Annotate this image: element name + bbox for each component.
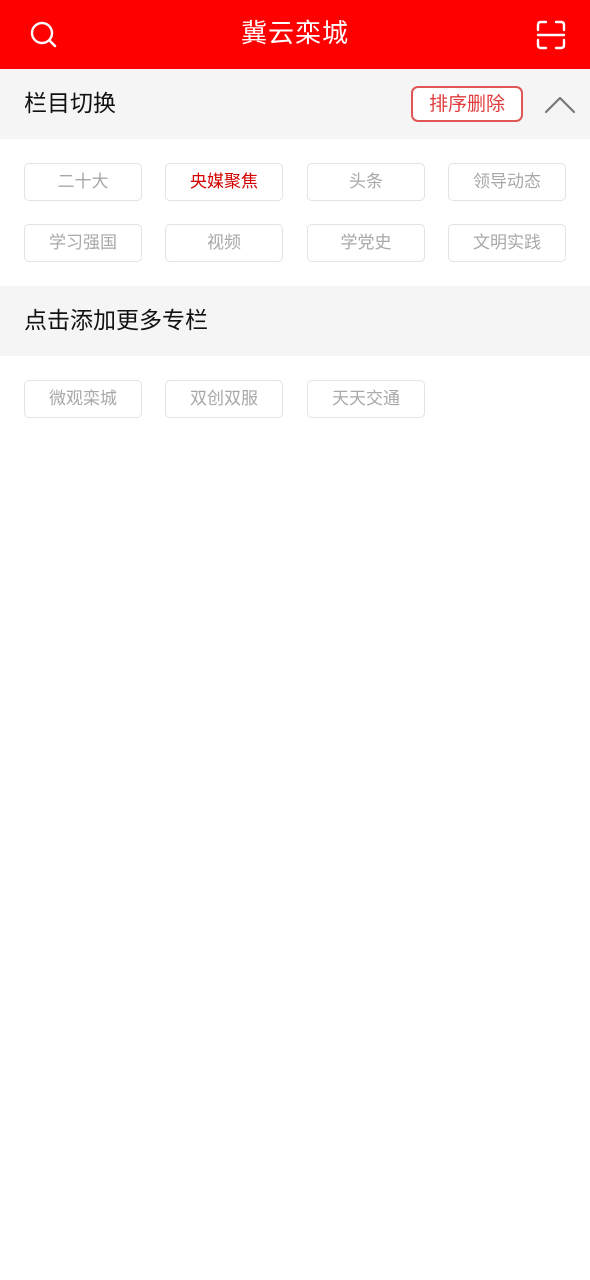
channel-chip-xuexi-qiangguo[interactable]: 学习强国 — [24, 224, 142, 262]
my-channels-header: 栏目切换 排序删除 — [0, 69, 590, 139]
more-channel-chip-tiantian-jiaotong[interactable]: 天天交通 — [307, 380, 425, 418]
more-channels-title: 点击添加更多专栏 — [24, 308, 208, 334]
sort-delete-button[interactable]: 排序删除 — [411, 86, 523, 122]
more-channel-chip-shuangchuang-shuangfu[interactable]: 双创双服 — [165, 380, 283, 418]
channel-chip-wenming-shijian[interactable]: 文明实践 — [448, 224, 566, 262]
channel-chip-toutiao[interactable]: 头条 — [307, 163, 425, 201]
channel-chip-shipin[interactable]: 视频 — [165, 224, 283, 262]
scan-icon — [536, 20, 566, 50]
chevron-up-icon — [544, 96, 576, 114]
collapse-button[interactable] — [543, 89, 577, 119]
page-title: 冀云栾城 — [240, 19, 349, 49]
more-channel-chip-weiguan-luancheng[interactable]: 微观栾城 — [24, 380, 142, 418]
channel-chip-ershida[interactable]: 二十大 — [24, 163, 142, 201]
my-channels-title: 栏目切换 — [24, 91, 116, 117]
scan-button[interactable] — [535, 19, 567, 51]
channel-chip-lingdao-dongtai[interactable]: 领导动态 — [448, 163, 566, 201]
app-header: 冀云栾城 — [0, 0, 590, 69]
more-channels-header: 点击添加更多专栏 — [0, 286, 590, 356]
channel-chip-xue-dangshi[interactable]: 学党史 — [307, 224, 425, 262]
channel-chip-yangmei-jujiao[interactable]: 央媒聚焦 — [165, 163, 283, 201]
